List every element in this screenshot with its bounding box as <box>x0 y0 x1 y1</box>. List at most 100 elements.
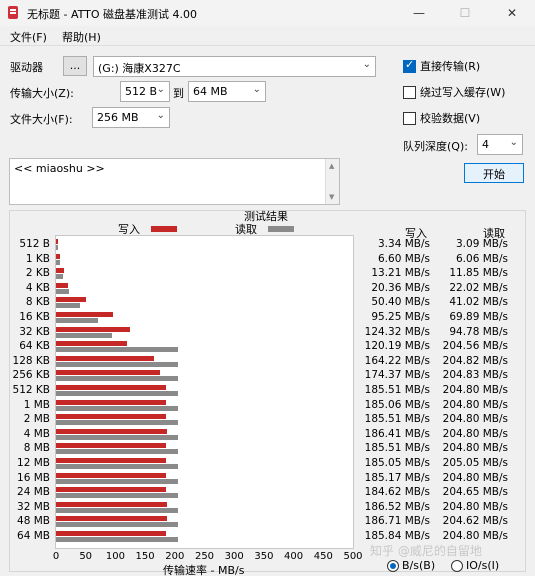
x-tick-label: 250 <box>194 551 215 562</box>
io-per-sec-radio[interactable]: IO/s(I) <box>451 559 499 572</box>
read-bar <box>56 245 58 250</box>
read-bar <box>56 391 178 396</box>
write-value: 186.41 MB/s <box>364 427 430 440</box>
read-value: 204.80 MB/s <box>442 530 508 542</box>
write-bar <box>56 487 166 493</box>
transfer-from-select[interactable]: 512 B ⌄ <box>120 81 170 102</box>
menu-help[interactable]: 帮助(H) <box>62 29 101 45</box>
browse-button[interactable]: ... <box>63 56 87 76</box>
queue-depth-value: 4 <box>482 138 489 151</box>
write-value: 3.34 MB/s <box>378 238 430 250</box>
read-value: 22.02 MB/s <box>449 281 508 294</box>
drive-select[interactable]: (G:) 海康X327C ⌄ <box>93 56 376 77</box>
read-value: 11.85 MB/s <box>449 267 508 280</box>
write-bar <box>56 268 64 274</box>
y-tick-label: 4 MB <box>23 427 50 440</box>
chevron-down-icon: ⌄ <box>252 84 261 95</box>
queue-depth-select[interactable]: 4 ⌄ <box>477 134 523 155</box>
start-button[interactable]: 开始 <box>464 163 524 183</box>
read-bar <box>56 288 70 294</box>
x-tick-label: 500 <box>343 551 363 562</box>
y-tick-label: 2 MB <box>23 413 50 426</box>
write-bar <box>56 399 166 405</box>
y-tick-label: 16 KB <box>19 311 50 323</box>
write-value: 124.32 MB/s <box>364 325 430 338</box>
x-tick-label: 50 <box>79 551 93 562</box>
close-icon: ✕ <box>506 6 518 20</box>
verify-data-label: 校验数据(V) <box>420 112 481 125</box>
read-bar <box>56 274 64 280</box>
description-textarea[interactable]: << miaoshu >> ▲ ▼ <box>9 158 340 205</box>
close-button[interactable]: ✕ <box>489 0 535 26</box>
write-value: 185.51 MB/s <box>364 384 430 396</box>
read-bar <box>56 376 178 382</box>
maximize-button[interactable]: ☐ <box>442 0 488 26</box>
window-title: 无标题 - ATTO 磁盘基准测试 4.00 <box>27 8 198 21</box>
queue-depth-label: 队列深度(Q): <box>403 140 468 153</box>
write-value: 13.21 MB/s <box>371 267 430 280</box>
write-bar <box>56 443 167 449</box>
read-value: 204.56 MB/s <box>442 340 508 353</box>
write-value: 185.17 MB/s <box>364 471 430 484</box>
minimize-button[interactable]: — <box>396 0 442 26</box>
write-bar <box>56 501 167 507</box>
bypass-cache-checkbox[interactable]: 绕过写入缓存(W) <box>403 84 505 100</box>
read-bar <box>56 259 60 265</box>
y-tick-label: 1 KB <box>25 252 50 265</box>
write-value: 186.71 MB/s <box>364 515 430 528</box>
read-value: 204.80 MB/s <box>442 398 508 411</box>
file-size-select[interactable]: 256 MB ⌄ <box>92 107 170 128</box>
write-value: 185.05 MB/s <box>364 457 430 469</box>
x-tick-label: 100 <box>105 551 125 562</box>
verify-data-checkbox[interactable]: 校验数据(V) <box>403 110 480 126</box>
read-value: 204.80 MB/s <box>442 413 508 426</box>
title-bar: 无标题 - ATTO 磁盘基准测试 4.00 — ☐ ✕ <box>0 0 535 26</box>
bypass-cache-label: 绕过写入缓存(W) <box>420 86 506 99</box>
checkbox-icon <box>403 58 416 73</box>
y-tick-label: 16 MB <box>17 471 50 484</box>
read-bar <box>56 405 178 411</box>
radio-icon <box>387 559 399 572</box>
read-bar <box>56 464 178 469</box>
read-bar <box>56 434 178 440</box>
x-tick-label: 400 <box>284 551 304 562</box>
read-value: 204.80 MB/s <box>442 384 508 396</box>
chevron-down-icon: ⌄ <box>156 110 165 121</box>
transfer-to-select[interactable]: 64 MB ⌄ <box>188 81 266 102</box>
y-tick-label: 8 MB <box>23 442 50 455</box>
write-value: 174.37 MB/s <box>364 369 430 382</box>
y-tick-label: 4 KB <box>25 281 50 294</box>
write-bar <box>56 472 166 478</box>
io-per-sec-label: IO/s(I) <box>466 559 500 572</box>
write-value: 186.52 MB/s <box>364 500 430 513</box>
read-value: 94.78 MB/s <box>449 325 508 338</box>
read-value: 204.80 MB/s <box>442 500 508 513</box>
transfer-from-value: 512 B <box>125 85 158 98</box>
transfer-to-value: 64 MB <box>193 85 228 98</box>
write-value: 6.60 MB/s <box>378 252 430 265</box>
write-bar <box>56 385 167 390</box>
read-value: 205.05 MB/s <box>442 457 508 469</box>
y-tick-label: 32 MB <box>17 500 50 513</box>
direct-io-checkbox[interactable]: 直接传输(R) <box>403 58 480 74</box>
write-value: 50.40 MB/s <box>371 296 430 309</box>
atto-app-icon <box>8 6 18 19</box>
y-tick-label: 256 KB <box>12 369 50 382</box>
y-tick-label: 48 MB <box>17 515 50 528</box>
write-bar <box>56 428 167 434</box>
read-value: 204.80 MB/s <box>442 427 508 440</box>
menu-file[interactable]: 文件(F) <box>10 29 47 45</box>
read-bar <box>56 522 178 528</box>
scrollbar[interactable]: ▲ ▼ <box>325 159 339 204</box>
y-tick-label: 128 KB <box>12 354 50 367</box>
write-bar <box>56 253 60 259</box>
write-value: 185.51 MB/s <box>364 413 430 426</box>
menu-bar: 文件(F) 帮助(H) <box>0 26 535 46</box>
checkbox-icon <box>403 85 416 99</box>
write-bar <box>56 458 166 463</box>
y-tick-label: 512 B <box>19 238 50 250</box>
bytes-per-sec-radio[interactable]: B/s(B) <box>387 559 435 572</box>
x-tick-label: 300 <box>224 551 244 562</box>
write-bar <box>56 239 58 244</box>
scroll-up-icon: ▲ <box>329 162 335 170</box>
